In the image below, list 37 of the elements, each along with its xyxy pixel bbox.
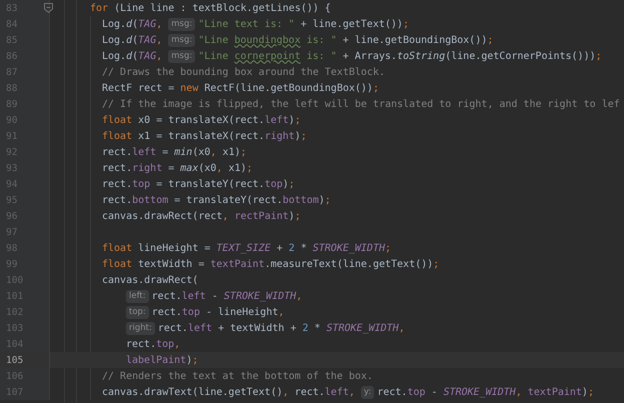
code-text: labelPaint); bbox=[126, 354, 198, 366]
code-text: float x1 = translateX(rect.right); bbox=[102, 130, 307, 142]
code-text: "Line text is: " + line.getText()); bbox=[198, 18, 409, 30]
line-number: 105 bbox=[5, 354, 24, 366]
code-text: rect.top, bbox=[126, 338, 180, 350]
code-text: for (Line line : textBlock.getLines()) { bbox=[90, 2, 331, 14]
code-text: rect.left - STROKE_WIDTH, bbox=[152, 290, 302, 302]
code-text: Log.d(TAG, bbox=[102, 18, 164, 30]
code-text: canvas.drawRect(rect, rectPaint); bbox=[102, 210, 301, 222]
inlay-hint: left: bbox=[126, 290, 149, 302]
inlay-hint: msg: bbox=[168, 18, 196, 30]
inlay-hint: y: bbox=[360, 386, 374, 398]
code-text: // If the image is flipped, the left will be translated to right, and the right to lef bbox=[102, 98, 620, 110]
code-text: rect.top - lineHeight, bbox=[152, 306, 284, 318]
inlay-hint: top: bbox=[126, 306, 149, 318]
code-text: Log.d(TAG, bbox=[102, 34, 164, 46]
code-text: rect.top = translateY(rect.top); bbox=[102, 178, 295, 190]
code-text: canvas.drawText(line.getText(), rect.left, bbox=[102, 386, 356, 398]
code-text: "Line cornerpoint is: " + Arrays.toString(line.getCornerPoints())); bbox=[198, 50, 602, 62]
code-text: rect.top - STROKE_WIDTH, textPaint); bbox=[377, 386, 594, 398]
inlay-hint: msg: bbox=[168, 50, 196, 62]
code-text: // Renders the text at the bottom of the box. bbox=[102, 370, 373, 382]
inlay-hint: msg: bbox=[168, 34, 196, 46]
code-text: rect.bottom = translateY(rect.bottom); bbox=[102, 194, 331, 206]
code-text: float lineHeight = TEXT_SIZE + 2 * STROKE_WIDTH; bbox=[102, 242, 392, 254]
code-text: Log.d(TAG, bbox=[102, 50, 164, 62]
code-text: canvas.drawRect( bbox=[102, 274, 198, 286]
code-text: float textWidth = textPaint.measureText(line.getText()); bbox=[102, 258, 440, 270]
code-text: "Line boundingbox is: " + line.getBoundingBox()); bbox=[198, 34, 494, 46]
fold-icon[interactable] bbox=[44, 3, 53, 13]
code-text: float x0 = translateX(rect.left); bbox=[102, 114, 301, 126]
code-text: rect.right = max(x0, x1); bbox=[102, 162, 253, 174]
code-text: RectF rect = new RectF(line.getBoundingBox()); bbox=[102, 82, 379, 94]
code-text: rect.left = min(x0, x1); bbox=[102, 146, 247, 158]
inlay-hint: right: bbox=[126, 322, 155, 334]
code-text: rect.left + textWidth + 2 * STROKE_WIDTH, bbox=[158, 322, 405, 334]
code-text: // Draws the bounding box around the TextBlock. bbox=[102, 66, 385, 78]
